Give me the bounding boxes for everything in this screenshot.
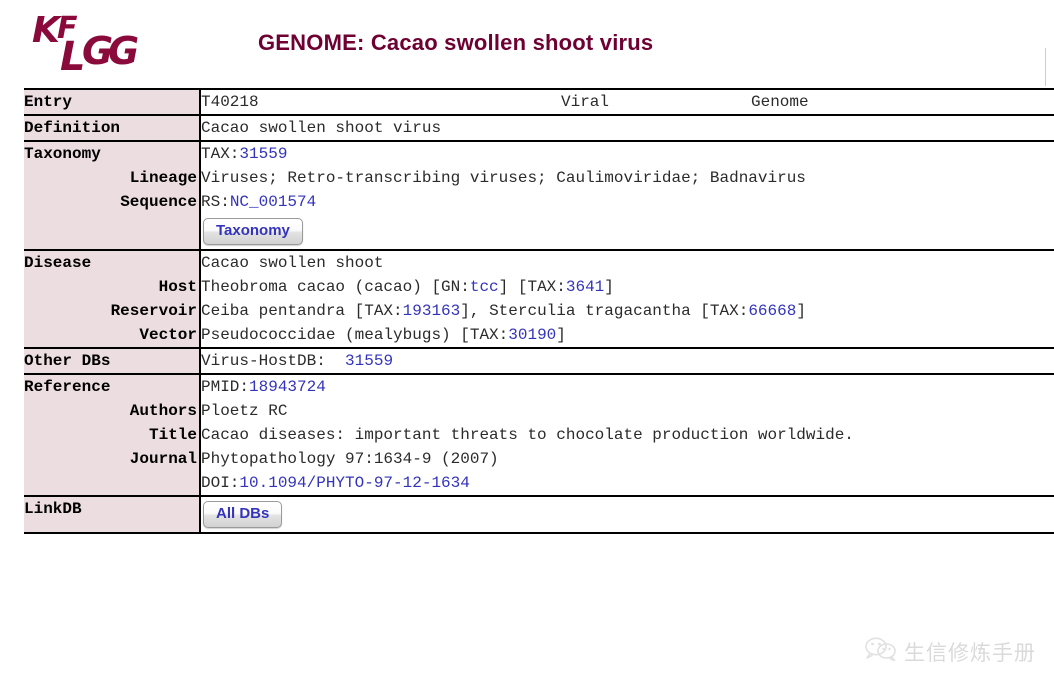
header-divider: [1045, 48, 1046, 86]
taxonomy-lineage-value: Viruses; Retro-transcribing viruses; Cau…: [201, 169, 806, 187]
disease-vector-tax-close: ]: [556, 326, 566, 344]
row-label-reference: Reference Authors Title Journal: [24, 374, 201, 496]
reference-authors: Ploetz RC: [201, 402, 288, 420]
disease-reservoir-1-tax-close: ],: [460, 302, 490, 320]
disease-vector-tax-link[interactable]: 30190: [508, 326, 556, 344]
disease-vector-tax-open: [TAX:: [460, 326, 509, 344]
disease-host-gn-open: [GN:: [431, 278, 470, 296]
watermark-text: 生信修炼手册: [904, 640, 1036, 665]
row-label-entry: Entry: [24, 89, 201, 115]
disease-host-name: Theobroma cacao (cacao): [201, 278, 432, 296]
reference-journal: Phytopathology 97:1634-9 (2007): [201, 450, 499, 468]
table-row-other-dbs: Other DBs Virus-HostDB: 31559: [24, 348, 1054, 374]
reference-pmid-prefix: PMID:: [201, 378, 250, 396]
all-dbs-button[interactable]: All DBs: [203, 501, 283, 528]
label-reference: Reference: [24, 378, 111, 396]
disease-reservoir-1-tax-link[interactable]: 193163: [403, 302, 461, 320]
disease-vector-line: Pseudococcidae (mealybugs) [TAX:30190]: [201, 323, 1054, 347]
wechat-icon: [864, 636, 898, 667]
kegg-logo[interactable]: K F L G G: [30, 8, 150, 80]
label-taxonomy-sequence: Sequence: [120, 193, 197, 211]
label-linkdb: LinkDB: [24, 500, 82, 518]
disease-host-line: Theobroma cacao (cacao) [GN:tcc] [TAX:36…: [201, 275, 1054, 299]
taxonomy-sequence-prefix: RS:: [201, 193, 230, 211]
table-row-reference: Reference Authors Title Journal PMID:189…: [24, 374, 1054, 496]
taxonomy-sequence-line: RS:NC_001574: [201, 190, 1054, 214]
label-taxonomy-lineage: Lineage: [129, 169, 197, 187]
label-reference-title: Title: [148, 426, 197, 444]
row-value-definition: Cacao swollen shoot virus: [200, 115, 1054, 141]
taxonomy-tax-prefix: TAX:: [201, 145, 240, 163]
disease-name: Cacao swollen shoot: [201, 254, 384, 272]
other-dbs-line: Virus-HostDB: 31559: [201, 349, 1054, 373]
label-definition: Definition: [24, 119, 121, 137]
row-value-entry: T40218 Viral Genome: [200, 89, 1054, 115]
disease-host-tax-link[interactable]: 3641: [566, 278, 604, 296]
taxonomy-tax-line: TAX:31559: [201, 142, 1054, 166]
row-value-other-dbs: Virus-HostDB: 31559: [200, 348, 1054, 374]
disease-reservoir-2-tax-open: [TAX:: [700, 302, 749, 320]
row-label-taxonomy: Taxonomy Lineage Sequence: [24, 141, 201, 250]
disease-reservoir-line: Ceiba pentandra [TAX:193163], Sterculia …: [201, 299, 1054, 323]
disease-host-gn-link[interactable]: tcc: [470, 278, 499, 296]
row-value-taxonomy: TAX:31559 Viruses; Retro-transcribing vi…: [200, 141, 1054, 250]
row-value-reference: PMID:18943724 Ploetz RC Cacao diseases: …: [200, 374, 1054, 496]
other-dbs-gap: [326, 352, 345, 370]
label-disease-vector: Vector: [139, 326, 197, 344]
page-header: K F L G G GENOME: Cacao swollen shoot vi…: [0, 0, 1054, 86]
taxonomy-button[interactable]: Taxonomy: [203, 218, 303, 245]
disease-reservoir-1-name: Ceiba pentandra: [201, 302, 355, 320]
watermark: 生信修炼手册: [864, 636, 1036, 667]
reference-title: Cacao diseases: important threats to cho…: [201, 426, 854, 444]
row-value-disease: Cacao swollen shoot Theobroma cacao (cac…: [200, 250, 1054, 348]
other-dbs-name: Virus-HostDB:: [201, 352, 326, 370]
table-row-entry: Entry T40218 Viral Genome: [24, 89, 1054, 115]
label-entry: Entry: [24, 93, 73, 111]
svg-text:G: G: [108, 29, 139, 73]
entry-id: T40218: [201, 93, 259, 111]
entry-kind: Genome: [751, 93, 809, 111]
label-disease: Disease: [24, 254, 92, 272]
disease-reservoir-2-tax-close: ]: [796, 302, 806, 320]
reference-doi-line: DOI:10.1094/PHYTO-97-12-1634: [201, 471, 1054, 495]
disease-host-gn-close: ]: [498, 278, 518, 296]
other-dbs-id-link[interactable]: 31559: [345, 352, 393, 370]
disease-reservoir-2-name: Sterculia tragacantha: [489, 302, 701, 320]
table-row-definition: Definition Cacao swollen shoot virus: [24, 115, 1054, 141]
reference-doi-link[interactable]: 10.1094/PHYTO-97-12-1634: [239, 474, 469, 492]
disease-host-tax-close: ]: [604, 278, 614, 296]
label-disease-reservoir: Reservoir: [110, 302, 197, 320]
row-label-other-dbs: Other DBs: [24, 348, 201, 374]
table-row-linkdb: LinkDB All DBs: [24, 496, 1054, 533]
disease-reservoir-2-tax-link[interactable]: 66668: [748, 302, 796, 320]
label-other-dbs: Other DBs: [24, 352, 111, 370]
row-value-linkdb: All DBs: [200, 496, 1054, 533]
label-disease-host: Host: [158, 278, 197, 296]
table-row-taxonomy: Taxonomy Lineage Sequence TAX:31559 Viru…: [24, 141, 1054, 250]
genome-entry-table: Entry T40218 Viral Genome Definition Cac…: [24, 88, 1054, 534]
label-taxonomy: Taxonomy: [24, 145, 101, 163]
reference-pmid-link[interactable]: 18943724: [249, 378, 326, 396]
disease-vector-name: Pseudococcidae (mealybugs): [201, 326, 461, 344]
definition-value: Cacao swollen shoot virus: [201, 119, 442, 137]
label-reference-authors: Authors: [129, 402, 197, 420]
entry-type: Viral: [561, 93, 610, 111]
disease-reservoir-1-tax-open: [TAX:: [354, 302, 403, 320]
row-label-disease: Disease Host Reservoir Vector: [24, 250, 201, 348]
reference-pmid-line: PMID:18943724: [201, 375, 1054, 399]
table-row-disease: Disease Host Reservoir Vector Cacao swol…: [24, 250, 1054, 348]
page-title: GENOME: Cacao swollen shoot virus: [258, 30, 654, 55]
row-label-linkdb: LinkDB: [24, 496, 201, 533]
taxonomy-sequence-link[interactable]: NC_001574: [230, 193, 316, 211]
label-reference-journal: Journal: [129, 450, 197, 468]
row-label-definition: Definition: [24, 115, 201, 141]
disease-host-tax-open: [TAX:: [517, 278, 566, 296]
reference-doi-prefix: DOI:: [201, 474, 240, 492]
taxonomy-tax-link[interactable]: 31559: [239, 145, 287, 163]
